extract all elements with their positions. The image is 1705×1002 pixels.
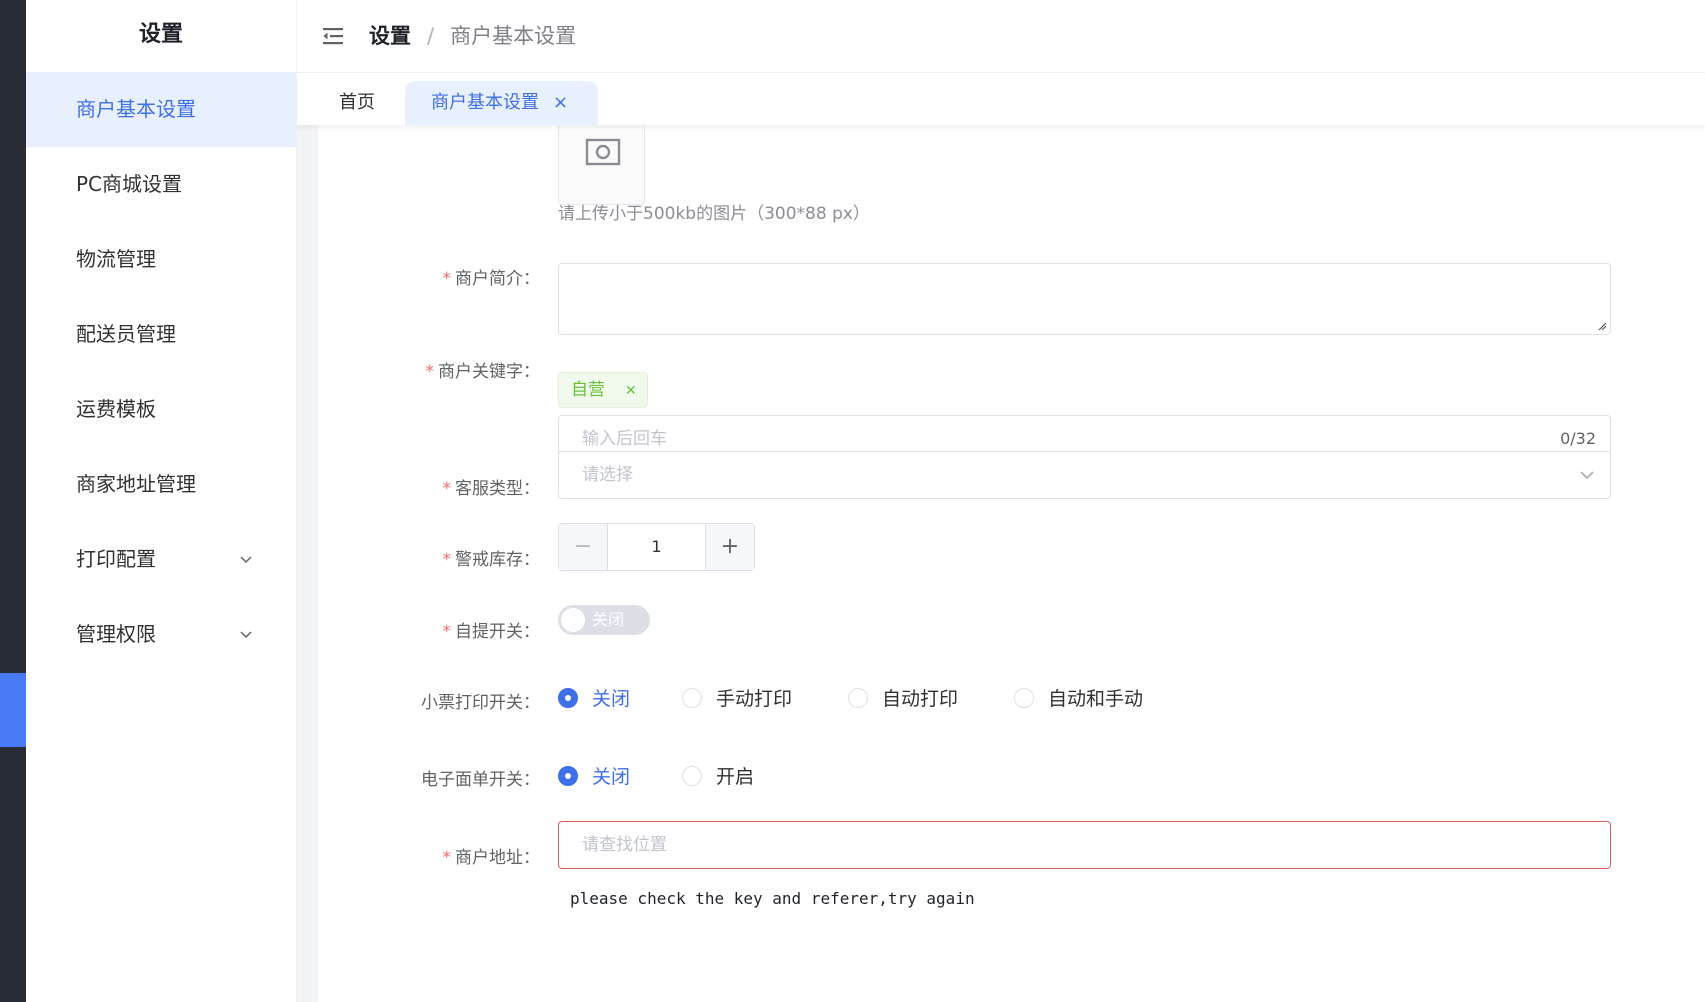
radio-receipt-off[interactable]: 关闭 [558,687,630,711]
required-mark: * [442,550,452,570]
address-placeholder: 请查找位置 [582,835,667,855]
sidebar-item-label: PC商城设置 [76,172,183,196]
sidebar-item-label: 配送员管理 [76,322,176,346]
pickup-switch[interactable]: 关闭 [558,605,650,635]
breadcrumb-root[interactable]: 设置 [369,24,411,48]
radio-receipt-auto[interactable]: 自动打印 [848,687,958,711]
sidebar-item-merchant-basic[interactable]: 商户基本设置 [26,72,296,147]
stock-alert-stepper: − 1 + [558,523,755,571]
sidebar-item-label: 管理权限 [76,622,156,646]
sidebar-item-permissions[interactable]: 管理权限 [26,597,296,672]
sidebar-item-pc-mall[interactable]: PC商城设置 [26,147,296,222]
sidebar-item-print-config[interactable]: 打印配置 [26,522,296,597]
tab-label: 商户基本设置 [431,92,539,113]
increment-button[interactable]: + [705,524,754,570]
rail-active-marker [0,673,26,747]
required-mark: * [442,269,452,289]
radio-circle [1014,688,1034,708]
content-gutter [297,125,318,1002]
settings-form: 请上传小于500kb的图片（300*88 px） * 商户简介： * 商户关键字： … [318,125,1705,1002]
tab-merchant-basic[interactable]: 商户基本设置 × [405,81,599,125]
switch-text: 关闭 [592,610,625,629]
eorder-label: 电子面单开关： [421,770,540,790]
required-mark: * [425,362,435,382]
service-type-placeholder: 请选择 [582,465,633,485]
sidebar-item-label: 物流管理 [76,247,156,271]
stock-alert-label: * 警戒库存： [442,550,541,570]
service-type-label: * 客服类型： [442,479,541,499]
sidebar: 设置 商户基本设置 PC商城设置 物流管理 配送员管理 运费模板 商家地址管理 … [26,0,297,1002]
decrement-button[interactable]: − [559,524,608,570]
sidebar-item-couriers[interactable]: 配送员管理 [26,297,296,372]
radio-circle [682,688,702,708]
intro-textarea[interactable] [558,263,1611,335]
radio-receipt-manual[interactable]: 手动打印 [682,687,792,711]
collapse-menu-icon[interactable] [321,24,345,48]
chevron-down-icon [238,522,254,597]
receipt-print-label: 小票打印开关： [421,693,540,713]
chevron-down-icon [238,597,254,672]
sidebar-item-label: 打印配置 [76,547,156,571]
camera-icon [585,138,621,166]
sidebar-item-shipping-template[interactable]: 运费模板 [26,372,296,447]
stock-alert-value[interactable]: 1 [608,524,705,570]
breadcrumb-separator: / [427,24,435,48]
tab-label: 首页 [339,92,375,113]
keyword-tag-label: 自营 [571,380,605,400]
required-mark: * [442,479,452,499]
sidebar-title: 设置 [138,22,183,47]
keywords-label: * 商户关键字： [425,362,541,382]
app-rail [0,0,26,1002]
radio-eorder-off[interactable]: 关闭 [558,765,630,789]
image-upload[interactable] [558,125,645,205]
tabs-bar: 首页 商户基本设置 × [297,73,1705,125]
required-mark: * [442,848,452,868]
sidebar-item-label: 商家地址管理 [76,472,196,496]
radio-circle [848,688,868,708]
radio-circle [682,766,702,786]
breadcrumb: 设置 / 商户基本设置 [369,20,576,52]
pickup-label: * 自提开关： [442,622,541,642]
keyword-input-placeholder: 输入后回车 [582,429,667,449]
close-icon[interactable]: × [553,92,568,113]
map-error-message: please check the key and referer,try aga… [570,889,975,908]
chevron-down-icon [1580,471,1594,480]
address-label: * 商户地址： [442,848,541,868]
service-type-select[interactable]: 请选择 [558,451,1611,499]
sidebar-item-merchant-address[interactable]: 商家地址管理 [26,447,296,522]
close-icon[interactable]: ✕ [625,383,637,399]
radio-receipt-both[interactable]: 自动和手动 [1014,687,1143,711]
radio-circle [558,688,578,708]
upload-hint: 请上传小于500kb的图片（300*88 px） [558,204,870,224]
top-header: 设置 / 商户基本设置 [297,0,1705,73]
required-mark: * [442,622,452,642]
sidebar-item-logistics[interactable]: 物流管理 [26,222,296,297]
breadcrumb-current: 商户基本设置 [450,24,577,48]
switch-knob [561,608,585,632]
keyword-tag: 自营 ✕ [558,372,648,408]
address-search-input[interactable]: 请查找位置 [558,821,1611,869]
resize-grip-icon[interactable] [1597,321,1607,331]
sidebar-item-label: 商户基本设置 [76,97,196,121]
radio-eorder-on[interactable]: 开启 [682,765,754,789]
sidebar-item-label: 运费模板 [76,397,156,421]
radio-circle [558,766,578,786]
intro-label: * 商户简介： [442,269,541,289]
tab-home[interactable]: 首页 [317,81,397,125]
